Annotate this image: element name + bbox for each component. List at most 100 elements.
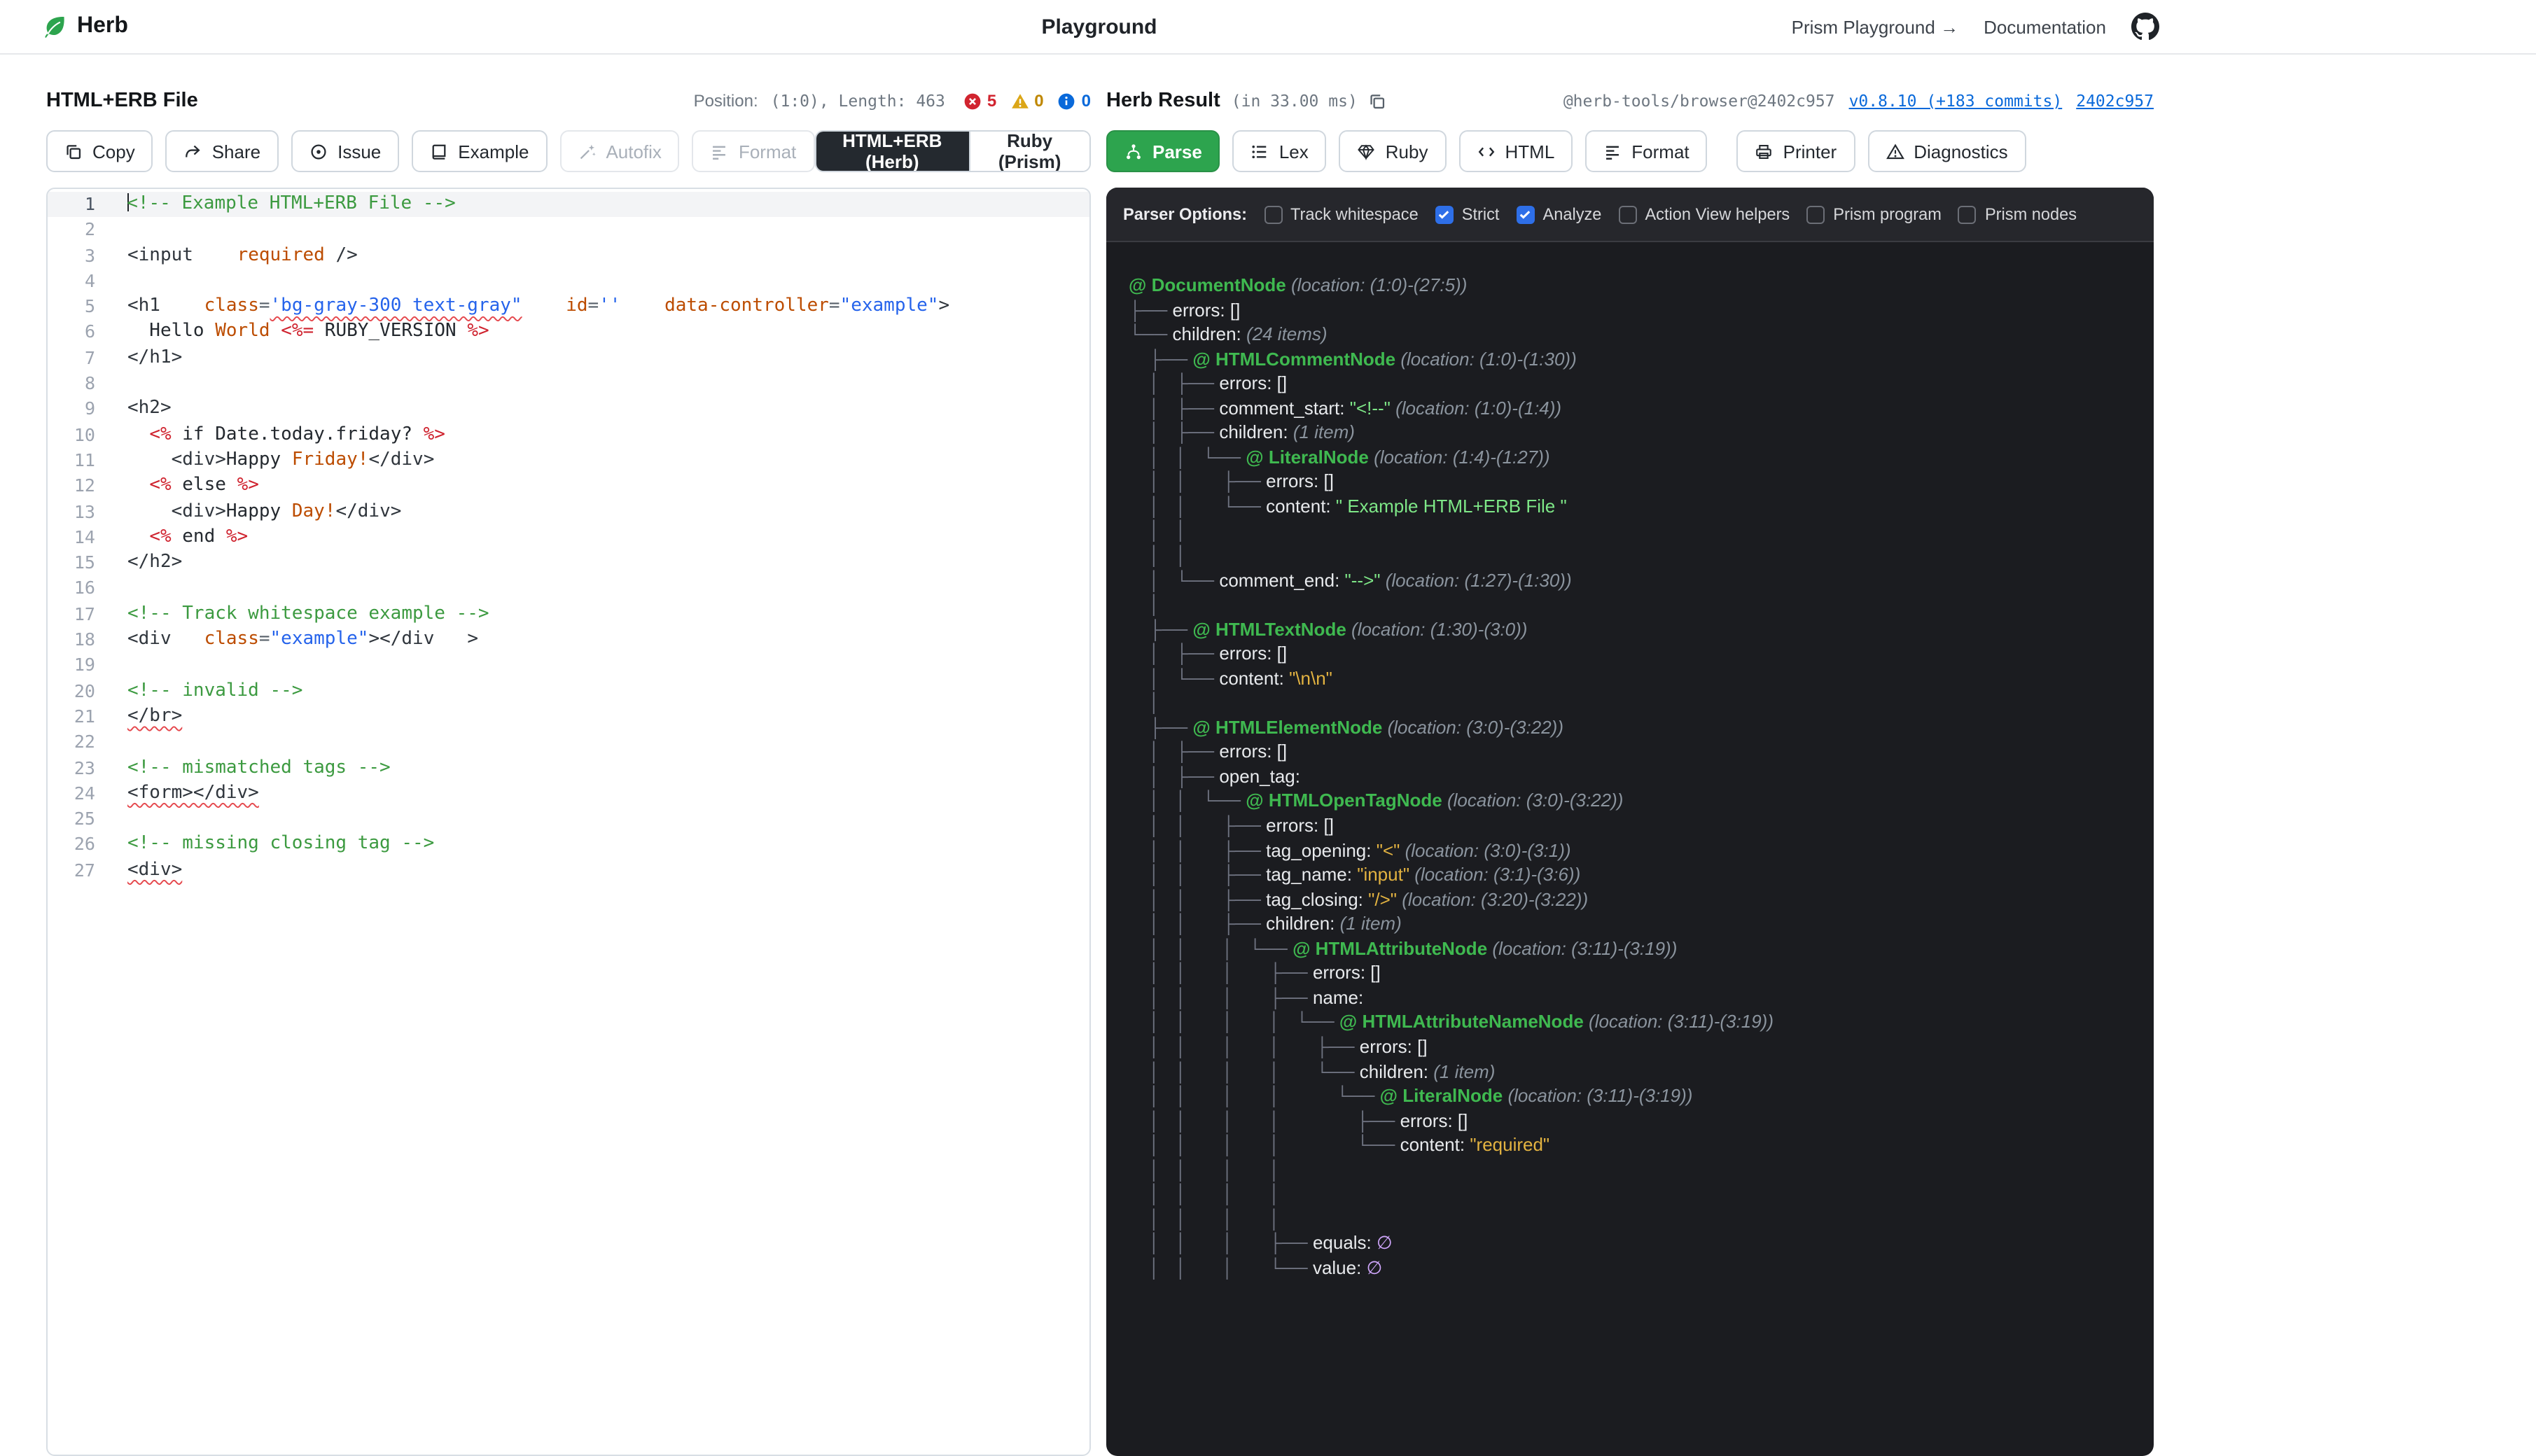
code-line[interactable]: 10 <% if Date.today.friday? %>: [48, 422, 1089, 448]
code-line-content[interactable]: <% if Date.today.friday? %>: [109, 422, 1089, 448]
lex-button[interactable]: Lex: [1233, 130, 1327, 172]
checkbox-unchecked-icon[interactable]: [1958, 205, 1977, 223]
checkbox-unchecked-icon[interactable]: [1618, 205, 1636, 223]
option-analyze[interactable]: Analyze: [1516, 204, 1601, 224]
code-line[interactable]: 4: [48, 269, 1089, 295]
code-line-content[interactable]: <input required />: [109, 243, 1089, 269]
code-editor[interactable]: 1<!-- Example HTML+ERB File -->23<input …: [46, 188, 1091, 1456]
code-line-content[interactable]: <div>: [109, 858, 1089, 883]
code-line[interactable]: 8: [48, 371, 1089, 397]
code-line-content[interactable]: <h2>: [109, 397, 1089, 423]
code-line[interactable]: 23<!-- mismatched tags -->: [48, 755, 1089, 781]
code-line-content[interactable]: <form></div>: [109, 781, 1089, 807]
code-line-content[interactable]: [109, 218, 1089, 244]
code-line[interactable]: 15</h2>: [48, 550, 1089, 576]
code-line-content[interactable]: <!-- invalid -->: [109, 678, 1089, 704]
code-line[interactable]: 27<div>: [48, 858, 1089, 883]
line-number: 16: [48, 576, 109, 602]
code-line-content[interactable]: <!-- Example HTML+ERB File -->: [109, 192, 1089, 218]
option-action-view-helpers[interactable]: Action View helpers: [1618, 204, 1790, 224]
example-button[interactable]: Example: [412, 130, 547, 172]
code-line[interactable]: 18<div class="example"></div >: [48, 627, 1089, 653]
code-line-content[interactable]: [109, 576, 1089, 602]
code-line[interactable]: 14 <% end %>: [48, 525, 1089, 551]
autofix-button[interactable]: Autofix: [559, 130, 680, 172]
code-line[interactable]: 12 <% else %>: [48, 474, 1089, 500]
checkbox-unchecked-icon[interactable]: [1264, 205, 1282, 223]
github-icon[interactable]: [2131, 13, 2159, 41]
tab-html-erb-herb[interactable]: HTML+ERB (Herb): [816, 132, 968, 171]
copy-result-icon[interactable]: [1369, 92, 1387, 110]
line-number: 12: [48, 474, 109, 500]
code-line-content[interactable]: <div>Happy Friday!</div>: [109, 448, 1089, 474]
code-line[interactable]: 24<form></div>: [48, 781, 1089, 807]
printer-button[interactable]: Printer: [1737, 130, 1855, 172]
option-track-whitespace[interactable]: Track whitespace: [1264, 204, 1419, 224]
code-line-content[interactable]: <!-- mismatched tags -->: [109, 755, 1089, 781]
code-line-content[interactable]: [109, 806, 1089, 832]
code-line-content[interactable]: <div>Happy Day!</div>: [109, 499, 1089, 525]
checkbox-checked-icon[interactable]: [1516, 205, 1534, 223]
issue-button[interactable]: Issue: [291, 130, 399, 172]
code-line-content[interactable]: [109, 371, 1089, 397]
html-button[interactable]: HTML: [1459, 130, 1573, 172]
code-line-content[interactable]: </br>: [109, 704, 1089, 730]
code-line-content[interactable]: <!-- Track whitespace example -->: [109, 602, 1089, 628]
checkbox-checked-icon[interactable]: [1435, 205, 1454, 223]
tab-ruby-prism[interactable]: Ruby (Prism): [968, 132, 1089, 171]
code-line[interactable]: 25: [48, 806, 1089, 832]
code-line-content[interactable]: Hello World <%= RUBY_VERSION %>: [109, 320, 1089, 346]
ruby-button[interactable]: Ruby: [1339, 130, 1447, 172]
commit-link[interactable]: 2402c957: [2076, 91, 2154, 111]
parse-button[interactable]: Parse: [1106, 130, 1220, 172]
code-line[interactable]: 22: [48, 729, 1089, 755]
code-line-content[interactable]: <div class="example"></div >: [109, 627, 1089, 653]
option-prism-nodes[interactable]: Prism nodes: [1958, 204, 2077, 224]
code-line[interactable]: 7</h1>: [48, 346, 1089, 372]
code-line[interactable]: 21</br>: [48, 704, 1089, 730]
format-result-button[interactable]: Format: [1585, 130, 1707, 172]
code-line-content[interactable]: [109, 269, 1089, 295]
code-line-content[interactable]: [109, 653, 1089, 679]
code-line[interactable]: 6 Hello World <%= RUBY_VERSION %>: [48, 320, 1089, 346]
code-line[interactable]: 17<!-- Track whitespace example -->: [48, 602, 1089, 628]
code-line[interactable]: 9<h2>: [48, 397, 1089, 423]
format-button[interactable]: Format: [692, 130, 814, 172]
code-line-content[interactable]: </h2>: [109, 550, 1089, 576]
option-strict[interactable]: Strict: [1435, 204, 1500, 224]
share-button[interactable]: Share: [166, 130, 279, 172]
code-line[interactable]: 16: [48, 576, 1089, 602]
code-line-content[interactable]: <!-- missing closing tag -->: [109, 832, 1089, 858]
playground-page: Herb Playground Prism Playground → Docum…: [0, 0, 2536, 1455]
code-line[interactable]: 3<input required />: [48, 243, 1089, 269]
copy-button[interactable]: Copy: [46, 130, 153, 172]
tree-line: └── children: (24 items): [1129, 322, 2131, 346]
line-number: 3: [48, 243, 109, 269]
line-number: 9: [48, 397, 109, 423]
code-line[interactable]: 20<!-- invalid -->: [48, 678, 1089, 704]
checkbox-unchecked-icon[interactable]: [1806, 205, 1825, 223]
code-line[interactable]: 13 <div>Happy Day!</div>: [48, 499, 1089, 525]
nav-link-documentation[interactable]: Documentation: [1984, 16, 2106, 37]
code-line-content[interactable]: <% end %>: [109, 525, 1089, 551]
code-line[interactable]: 1<!-- Example HTML+ERB File -->: [48, 192, 1089, 218]
version-info: @herb-tools/browser@2402c957 v0.8.10 (+1…: [1563, 91, 2154, 111]
version-link[interactable]: v0.8.10 (+183 commits): [1849, 91, 2063, 111]
code-line[interactable]: 19: [48, 653, 1089, 679]
nav-link-prism-playground[interactable]: Prism Playground →: [1792, 16, 1958, 37]
code-line-content[interactable]: </h1>: [109, 346, 1089, 372]
tree-line: │ │ ├── tag_closing: "/>" (location: (3:…: [1129, 887, 2131, 911]
code-line-content[interactable]: <h1 class='bg-gray-300 text-gray" id='' …: [109, 294, 1089, 320]
brand-group[interactable]: Herb: [0, 14, 128, 39]
code-line[interactable]: 26<!-- missing closing tag -->: [48, 832, 1089, 858]
option-label: Analyze: [1542, 204, 1601, 224]
code-line[interactable]: 5<h1 class='bg-gray-300 text-gray" id=''…: [48, 294, 1089, 320]
code-line[interactable]: 2: [48, 218, 1089, 244]
diagnostics-button[interactable]: Diagnostics: [1867, 130, 2026, 172]
code-line-content[interactable]: <% else %>: [109, 474, 1089, 500]
code-line[interactable]: 11 <div>Happy Friday!</div>: [48, 448, 1089, 474]
code-line-content[interactable]: [109, 729, 1089, 755]
option-prism-program[interactable]: Prism program: [1806, 204, 1942, 224]
line-number: 10: [48, 422, 109, 448]
line-number: 27: [48, 858, 109, 883]
